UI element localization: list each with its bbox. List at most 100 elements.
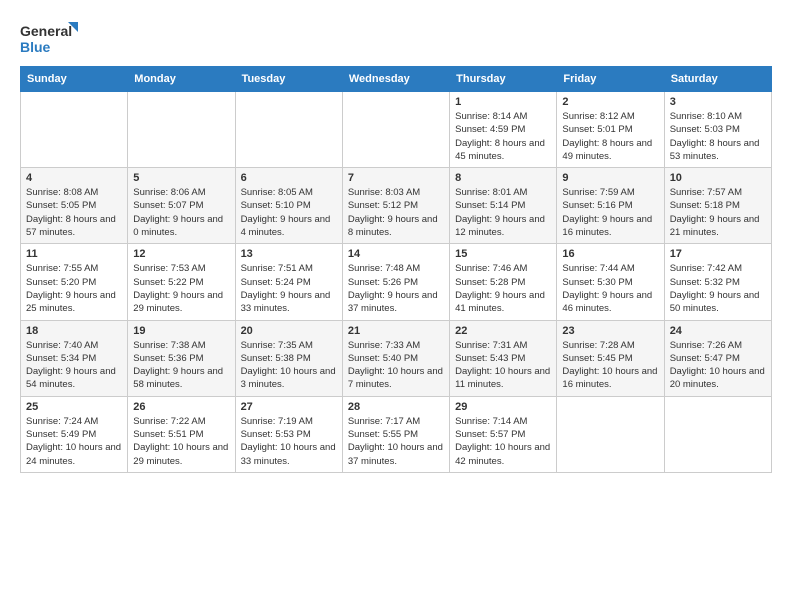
week-row-4: 25 Sunrise: 7:24 AM Sunset: 5:49 PM Dayli…	[21, 396, 772, 472]
day-info: Sunrise: 7:14 AM Sunset: 5:57 PM Dayligh…	[455, 415, 551, 468]
day-info: Sunrise: 7:57 AM Sunset: 5:18 PM Dayligh…	[670, 186, 766, 239]
week-row-1: 4 Sunrise: 8:08 AM Sunset: 5:05 PM Daylig…	[21, 168, 772, 244]
day-info: Sunrise: 7:59 AM Sunset: 5:16 PM Dayligh…	[562, 186, 658, 239]
calendar-cell: 19 Sunrise: 7:38 AM Sunset: 5:36 PM Dayli…	[128, 320, 235, 396]
week-row-2: 11 Sunrise: 7:55 AM Sunset: 5:20 PM Dayli…	[21, 244, 772, 320]
calendar-cell: 17Sunrise: 7:42 AM Sunset: 5:32 PM Dayli…	[664, 244, 771, 320]
calendar-cell	[664, 396, 771, 472]
day-info: Sunrise: 8:08 AM Sunset: 5:05 PM Dayligh…	[26, 186, 122, 239]
day-number: 10	[670, 172, 766, 184]
column-header-sunday: Sunday	[21, 67, 128, 92]
day-info: Sunrise: 7:22 AM Sunset: 5:51 PM Dayligh…	[133, 415, 229, 468]
day-info: Sunrise: 7:38 AM Sunset: 5:36 PM Dayligh…	[133, 339, 229, 392]
day-info: Sunrise: 7:35 AM Sunset: 5:38 PM Dayligh…	[241, 339, 337, 392]
day-number: 16	[562, 248, 658, 260]
calendar-cell: 24Sunrise: 7:26 AM Sunset: 5:47 PM Dayli…	[664, 320, 771, 396]
calendar-cell	[342, 92, 449, 168]
day-number: 15	[455, 248, 551, 260]
day-number: 18	[26, 325, 122, 337]
day-number: 20	[241, 325, 337, 337]
calendar-cell: 25 Sunrise: 7:24 AM Sunset: 5:49 PM Dayli…	[21, 396, 128, 472]
day-number: 9	[562, 172, 658, 184]
calendar-cell: 20 Sunrise: 7:35 AM Sunset: 5:38 PM Dayli…	[235, 320, 342, 396]
day-info: Sunrise: 7:17 AM Sunset: 5:55 PM Dayligh…	[348, 415, 444, 468]
day-info: Sunrise: 8:06 AM Sunset: 5:07 PM Dayligh…	[133, 186, 229, 239]
week-row-0: 1 Sunrise: 8:14 AM Sunset: 4:59 PM Daylig…	[21, 92, 772, 168]
calendar-cell: 13 Sunrise: 7:51 AM Sunset: 5:24 PM Dayli…	[235, 244, 342, 320]
day-number: 27	[241, 401, 337, 413]
calendar-cell: 5 Sunrise: 8:06 AM Sunset: 5:07 PM Daylig…	[128, 168, 235, 244]
day-info: Sunrise: 7:24 AM Sunset: 5:49 PM Dayligh…	[26, 415, 122, 468]
header: GeneralBlue	[20, 20, 772, 58]
svg-text:General: General	[20, 23, 72, 39]
day-info: Sunrise: 7:48 AM Sunset: 5:26 PM Dayligh…	[348, 262, 444, 315]
day-info: Sunrise: 7:44 AM Sunset: 5:30 PM Dayligh…	[562, 262, 658, 315]
day-number: 1	[455, 96, 551, 108]
day-number: 14	[348, 248, 444, 260]
header-row: SundayMondayTuesdayWednesdayThursdayFrid…	[21, 67, 772, 92]
day-number: 13	[241, 248, 337, 260]
day-number: 12	[133, 248, 229, 260]
logo: GeneralBlue	[20, 20, 80, 58]
calendar-cell	[21, 92, 128, 168]
calendar-cell: 22 Sunrise: 7:31 AM Sunset: 5:43 PM Dayli…	[450, 320, 557, 396]
day-number: 23	[562, 325, 658, 337]
logo-svg: GeneralBlue	[20, 20, 80, 58]
day-info: Sunrise: 8:12 AM Sunset: 5:01 PM Dayligh…	[562, 110, 658, 163]
day-info: Sunrise: 7:40 AM Sunset: 5:34 PM Dayligh…	[26, 339, 122, 392]
day-number: 2	[562, 96, 658, 108]
calendar-cell: 14 Sunrise: 7:48 AM Sunset: 5:26 PM Dayli…	[342, 244, 449, 320]
calendar-cell: 11 Sunrise: 7:55 AM Sunset: 5:20 PM Dayli…	[21, 244, 128, 320]
calendar-cell: 1 Sunrise: 8:14 AM Sunset: 4:59 PM Daylig…	[450, 92, 557, 168]
day-info: Sunrise: 7:46 AM Sunset: 5:28 PM Dayligh…	[455, 262, 551, 315]
calendar-cell	[557, 396, 664, 472]
day-info: Sunrise: 7:53 AM Sunset: 5:22 PM Dayligh…	[133, 262, 229, 315]
calendar-cell: 12 Sunrise: 7:53 AM Sunset: 5:22 PM Dayli…	[128, 244, 235, 320]
day-number: 6	[241, 172, 337, 184]
day-number: 3	[670, 96, 766, 108]
column-header-monday: Monday	[128, 67, 235, 92]
day-info: Sunrise: 7:55 AM Sunset: 5:20 PM Dayligh…	[26, 262, 122, 315]
calendar-cell: 2 Sunrise: 8:12 AM Sunset: 5:01 PM Daylig…	[557, 92, 664, 168]
day-info: Sunrise: 8:14 AM Sunset: 4:59 PM Dayligh…	[455, 110, 551, 163]
column-header-saturday: Saturday	[664, 67, 771, 92]
day-number: 8	[455, 172, 551, 184]
calendar-cell: 15 Sunrise: 7:46 AM Sunset: 5:28 PM Dayli…	[450, 244, 557, 320]
calendar-cell: 8 Sunrise: 8:01 AM Sunset: 5:14 PM Daylig…	[450, 168, 557, 244]
day-number: 5	[133, 172, 229, 184]
calendar-cell	[235, 92, 342, 168]
column-header-tuesday: Tuesday	[235, 67, 342, 92]
calendar-cell: 4 Sunrise: 8:08 AM Sunset: 5:05 PM Daylig…	[21, 168, 128, 244]
day-number: 29	[455, 401, 551, 413]
day-number: 11	[26, 248, 122, 260]
calendar-cell: 21 Sunrise: 7:33 AM Sunset: 5:40 PM Dayli…	[342, 320, 449, 396]
day-number: 22	[455, 325, 551, 337]
day-info: Sunrise: 7:42 AM Sunset: 5:32 PM Dayligh…	[670, 262, 766, 315]
day-info: Sunrise: 8:03 AM Sunset: 5:12 PM Dayligh…	[348, 186, 444, 239]
day-number: 4	[26, 172, 122, 184]
day-info: Sunrise: 7:28 AM Sunset: 5:45 PM Dayligh…	[562, 339, 658, 392]
calendar-cell: 28 Sunrise: 7:17 AM Sunset: 5:55 PM Dayli…	[342, 396, 449, 472]
week-row-3: 18 Sunrise: 7:40 AM Sunset: 5:34 PM Dayli…	[21, 320, 772, 396]
day-info: Sunrise: 7:19 AM Sunset: 5:53 PM Dayligh…	[241, 415, 337, 468]
day-info: Sunrise: 7:33 AM Sunset: 5:40 PM Dayligh…	[348, 339, 444, 392]
calendar-cell: 10 Sunrise: 7:57 AM Sunset: 5:18 PM Dayli…	[664, 168, 771, 244]
calendar-cell: 7Sunrise: 8:03 AM Sunset: 5:12 PM Daylig…	[342, 168, 449, 244]
calendar-cell: 6 Sunrise: 8:05 AM Sunset: 5:10 PM Daylig…	[235, 168, 342, 244]
day-number: 28	[348, 401, 444, 413]
column-header-friday: Friday	[557, 67, 664, 92]
calendar-cell: 29 Sunrise: 7:14 AM Sunset: 5:57 PM Dayli…	[450, 396, 557, 472]
calendar-cell: 3Sunrise: 8:10 AM Sunset: 5:03 PM Daylig…	[664, 92, 771, 168]
calendar-cell: 18 Sunrise: 7:40 AM Sunset: 5:34 PM Dayli…	[21, 320, 128, 396]
day-number: 25	[26, 401, 122, 413]
day-info: Sunrise: 8:01 AM Sunset: 5:14 PM Dayligh…	[455, 186, 551, 239]
day-number: 21	[348, 325, 444, 337]
day-number: 19	[133, 325, 229, 337]
calendar-cell: 27 Sunrise: 7:19 AM Sunset: 5:53 PM Dayli…	[235, 396, 342, 472]
day-info: Sunrise: 7:31 AM Sunset: 5:43 PM Dayligh…	[455, 339, 551, 392]
day-info: Sunrise: 8:05 AM Sunset: 5:10 PM Dayligh…	[241, 186, 337, 239]
day-info: Sunrise: 7:51 AM Sunset: 5:24 PM Dayligh…	[241, 262, 337, 315]
calendar-cell: 26Sunrise: 7:22 AM Sunset: 5:51 PM Dayli…	[128, 396, 235, 472]
calendar-cell: 23 Sunrise: 7:28 AM Sunset: 5:45 PM Dayli…	[557, 320, 664, 396]
calendar-table: SundayMondayTuesdayWednesdayThursdayFrid…	[20, 66, 772, 473]
